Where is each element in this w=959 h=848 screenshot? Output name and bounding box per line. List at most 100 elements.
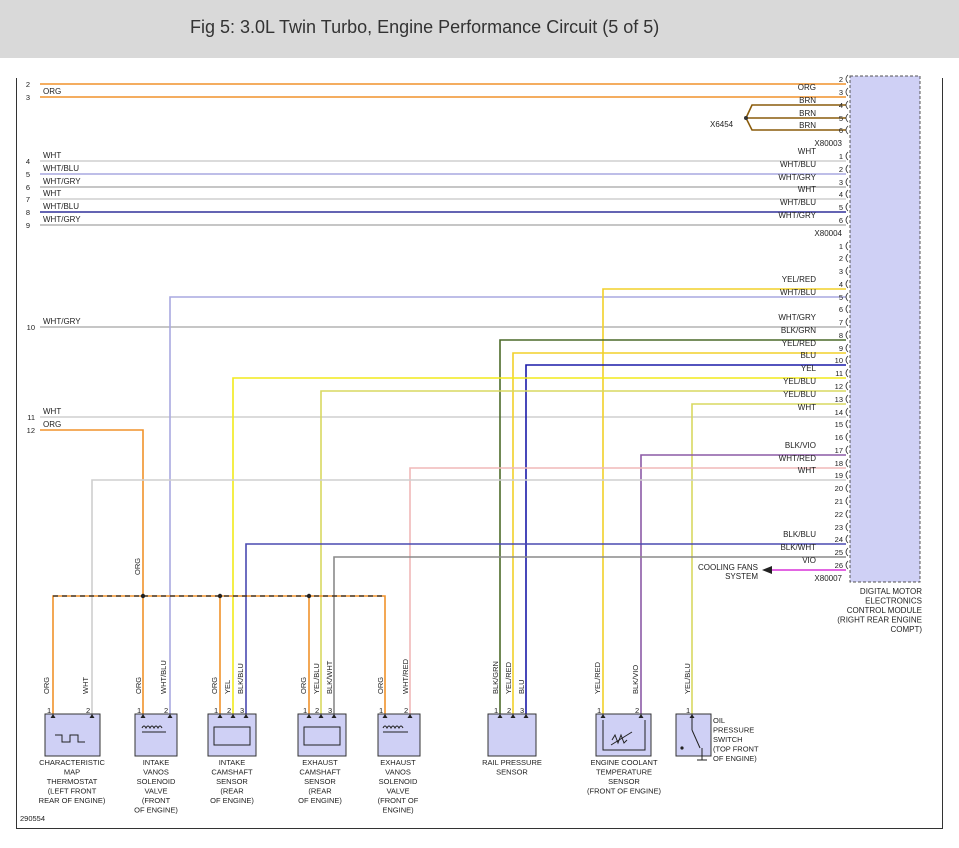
component-label: SENSOR [608,777,640,786]
right-wire-label: WHT/BLU [780,198,816,207]
right-wire-label: BLK/VIO [785,441,816,450]
left-pin-number: 3 [26,93,30,102]
pin-bracket [845,215,849,225]
pin-bracket [845,177,849,187]
pin-number: 18 [835,459,843,468]
pin-bracket [845,547,849,557]
left-wire-label: WHT/BLU [43,202,79,211]
right-wire-label: BRN [799,109,816,118]
pin-number: 10 [835,356,843,365]
pin-number: 15 [835,420,843,429]
pin-bracket [845,202,849,212]
component-label: (FRONT OF [378,796,419,805]
pin-number: 3 [839,178,843,187]
right-wire-label: WHT/GRY [778,313,816,322]
component-exhaust_cam [297,713,347,757]
left-wire-label: WHT [43,189,61,198]
left-pin-number: 4 [26,157,30,166]
component-wire-label: ORG [299,677,308,694]
component-wire-label: BLK/VIO [631,665,640,694]
component-label: CAMSHAFT [299,768,341,777]
right-wire-label: WHT/RED [779,454,817,463]
left-wire-label: WHT/GRY [43,215,81,224]
pin-bracket [845,151,849,161]
pin-bracket [845,394,849,404]
pin-number: 1 [303,706,307,715]
component-label: SOLENOID [379,777,418,786]
figure-id: 290554 [20,814,45,823]
component-wire-label: BLU [517,679,526,694]
pin-number: 1 [839,152,843,161]
pin-number: 1 [597,706,601,715]
component-label: SENSOR [304,777,336,786]
pin-number: 21 [835,497,843,506]
component-label: INTAKE [143,758,170,767]
left-pin-number: 2 [26,80,30,89]
component-label: (LEFT FRONT [48,787,97,796]
pin-bracket [845,496,849,506]
pin-number: 2 [839,254,843,263]
pin-number: 1 [686,706,690,715]
pin-bracket [845,483,849,493]
labels: 23ORG4BRN5BRN6BRN1WHT2WHT/BLU3WHT/GRY4WH… [26,74,922,634]
pin-bracket [845,355,849,365]
pin-number: 14 [835,408,843,417]
right-wire-label: YEL/BLU [783,377,816,386]
pin-number: 16 [835,433,843,442]
module-label: DIGITAL MOTOR [860,587,922,596]
wire-brn-4 [744,104,846,119]
pin-number: 2 [164,706,168,715]
right-wire-label: BLK/BLU [783,530,816,539]
component-wire-label: WHT [81,677,90,694]
component-rail [487,713,537,757]
component-label: SENSOR [496,768,528,777]
pin-bracket [845,445,849,455]
pin-bracket [845,113,849,123]
pin-number: 19 [835,471,843,480]
left-wire-label: ORG [43,87,61,96]
wire-org-bus [52,595,386,714]
component-label: TEMPERATURE [596,768,652,777]
component-wire-label: YEL/BLU [683,663,692,694]
right-wire-label: ORG [798,83,816,92]
splice-label: X6454 [710,120,734,129]
pin-number: 2 [404,706,408,715]
pin-number: 6 [839,216,843,225]
pin-bracket [845,368,849,378]
pin-bracket [845,560,849,570]
pin-number: 2 [227,706,231,715]
component-label: CHARACTERISTIC [39,758,105,767]
wire-whtblu-ivan [169,296,846,714]
right-wire-label: YEL/RED [782,339,816,348]
component-label: (TOP FRONT [713,745,759,754]
left-pin-number: 7 [26,195,30,204]
left-wire-label: WHT [43,151,61,160]
pin-number: 11 [835,369,843,378]
pin-bracket [845,87,849,97]
left-wire-label: WHT [43,407,61,416]
wire-brn-6 [745,117,846,131]
pin-bracket [845,304,849,314]
component-label: INTAKE [219,758,246,767]
right-wire-label: WHT [798,466,816,475]
component-label: VANOS [143,768,169,777]
component-label: MAP [64,768,80,777]
component-label: SWITCH [713,735,743,744]
right-wire-label: BLK/WHT [780,543,816,552]
pin-number: 4 [839,280,843,289]
left-pin-number: 10 [27,323,35,332]
module-label: ELECTRONICS [865,597,922,606]
pin-bracket [845,330,849,340]
left-wire-label: ORG [43,420,61,429]
right-wire-label: WHT [798,185,816,194]
component-label: OF ENGINE) [210,796,254,805]
component-label: THERMOSTAT [47,777,98,786]
pin-bracket [845,522,849,532]
component-label: REAR OF ENGINE) [39,796,106,805]
splice-dot [744,116,748,120]
pin-number: 5 [839,203,843,212]
component-wire-label: ORG [134,677,143,694]
pin-number: 22 [835,510,843,519]
pin-number: 2 [839,165,843,174]
pin-bracket [845,189,849,199]
